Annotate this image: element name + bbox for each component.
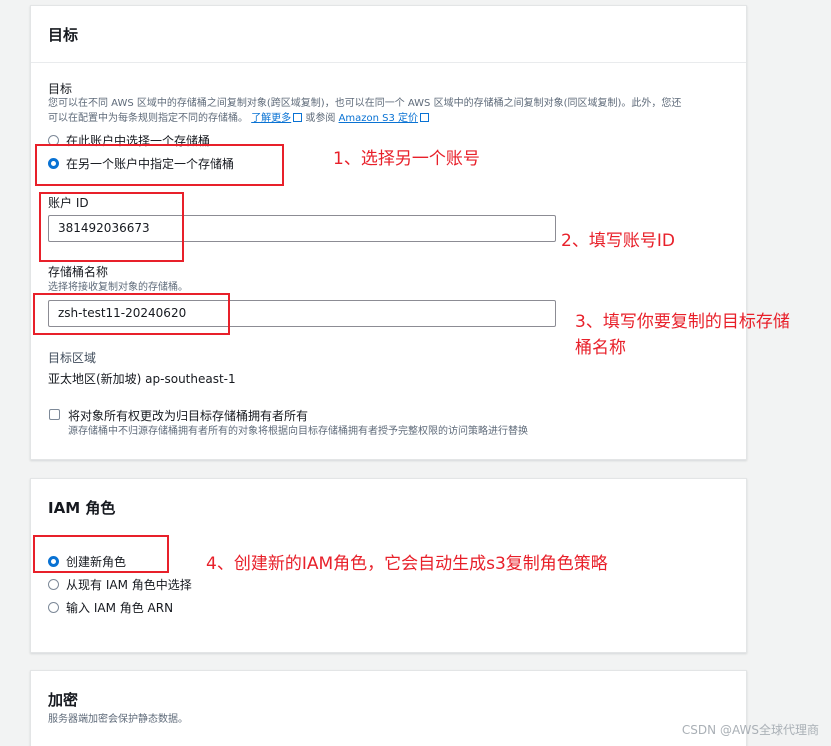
target-heading: 目标: [48, 26, 79, 44]
target-description-line2-text: 可以在配置中为每条规则指定不同的存储桶。: [48, 113, 248, 124]
target-description: 您可以在不同 AWS 区域中的存储桶之间复制对象(跨区域复制)，也可以在同一个 …: [48, 96, 738, 126]
target-panel-header: 目标: [31, 6, 746, 63]
encryption-heading: 加密: [48, 691, 79, 709]
s3-pricing-link[interactable]: Amazon S3 定价: [339, 113, 418, 124]
ownership-checkbox[interactable]: [49, 409, 60, 420]
encryption-panel: 加密 服务器端加密会保护静态数据。: [30, 670, 747, 746]
radio-role-arn[interactable]: 输入 IAM 角色 ARN: [48, 599, 173, 616]
target-region-value: 亚太地区(新加坡) ap-southeast-1: [48, 372, 236, 386]
target-description-line2: 可以在配置中为每条规则指定不同的存储桶。 了解更多 或参阅 Amazon S3 …: [48, 111, 738, 126]
encryption-description: 服务器端加密会保护静态数据。: [48, 714, 188, 725]
iam-panel-header: IAM 角色: [31, 479, 746, 529]
radio-existing-role-label: 从现有 IAM 角色中选择: [66, 578, 192, 592]
annotation-step3-line1: 3、填写你要复制的目标存储: [575, 312, 790, 332]
target-region-label: 目标区域: [48, 351, 97, 365]
target-group-label: 目标: [48, 82, 73, 96]
annotation-box-account-id: [39, 192, 184, 262]
radio-existing-role-circle[interactable]: [48, 579, 59, 590]
target-description-line1: 您可以在不同 AWS 区域中的存储桶之间复制对象(跨区域复制)，也可以在同一个 …: [48, 98, 682, 109]
iam-heading: IAM 角色: [48, 499, 116, 517]
bucket-name-label: 存储桶名称: [48, 265, 109, 279]
radio-role-arn-circle[interactable]: [48, 602, 59, 613]
learn-more-link[interactable]: 了解更多: [251, 113, 291, 124]
radio-role-arn-label: 输入 IAM 角色 ARN: [66, 601, 174, 615]
annotation-step2: 2、填写账号ID: [561, 231, 675, 251]
external-link-icon: [293, 113, 303, 122]
annotation-step1: 1、选择另一个账号: [333, 149, 480, 169]
annotation-box-bucket-name: [33, 293, 230, 335]
ownership-checkbox-label: 将对象所有权更改为归目标存储桶拥有者所有: [68, 409, 309, 423]
csdn-watermark: CSDN @AWS全球代理商: [681, 723, 819, 737]
annotation-box-create-role: [33, 535, 169, 573]
annotation-box-other-account: [35, 144, 284, 186]
ownership-checkbox-hint: 源存储桶中不归源存储桶拥有者所有的对象将根据向目标存储桶拥有者授予完整权限的访问…: [68, 426, 528, 437]
radio-existing-role[interactable]: 从现有 IAM 角色中选择: [48, 576, 192, 593]
annotation-step3-line2: 桶名称: [575, 338, 626, 358]
or-see-text: 或参阅: [305, 113, 336, 124]
external-link-icon: [420, 113, 430, 122]
annotation-step4: 4、创建新的IAM角色，它会自动生成s3复制角色策略: [206, 554, 608, 574]
